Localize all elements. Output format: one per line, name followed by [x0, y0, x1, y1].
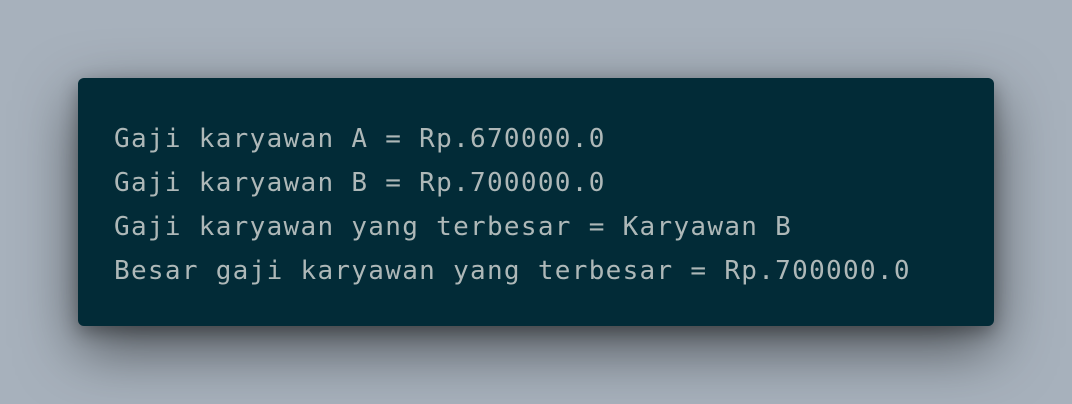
output-line-highest-employee: Gaji karyawan yang terbesar = Karyawan B — [114, 212, 793, 242]
terminal-output-window: Gaji karyawan A = Rp.670000.0 Gaji karya… — [78, 78, 994, 326]
output-line-highest-salary: Besar gaji karyawan yang terbesar = Rp.7… — [114, 256, 911, 286]
output-line-salary-a: Gaji karyawan A = Rp.670000.0 — [114, 124, 606, 154]
output-line-salary-b: Gaji karyawan B = Rp.700000.0 — [114, 168, 606, 198]
